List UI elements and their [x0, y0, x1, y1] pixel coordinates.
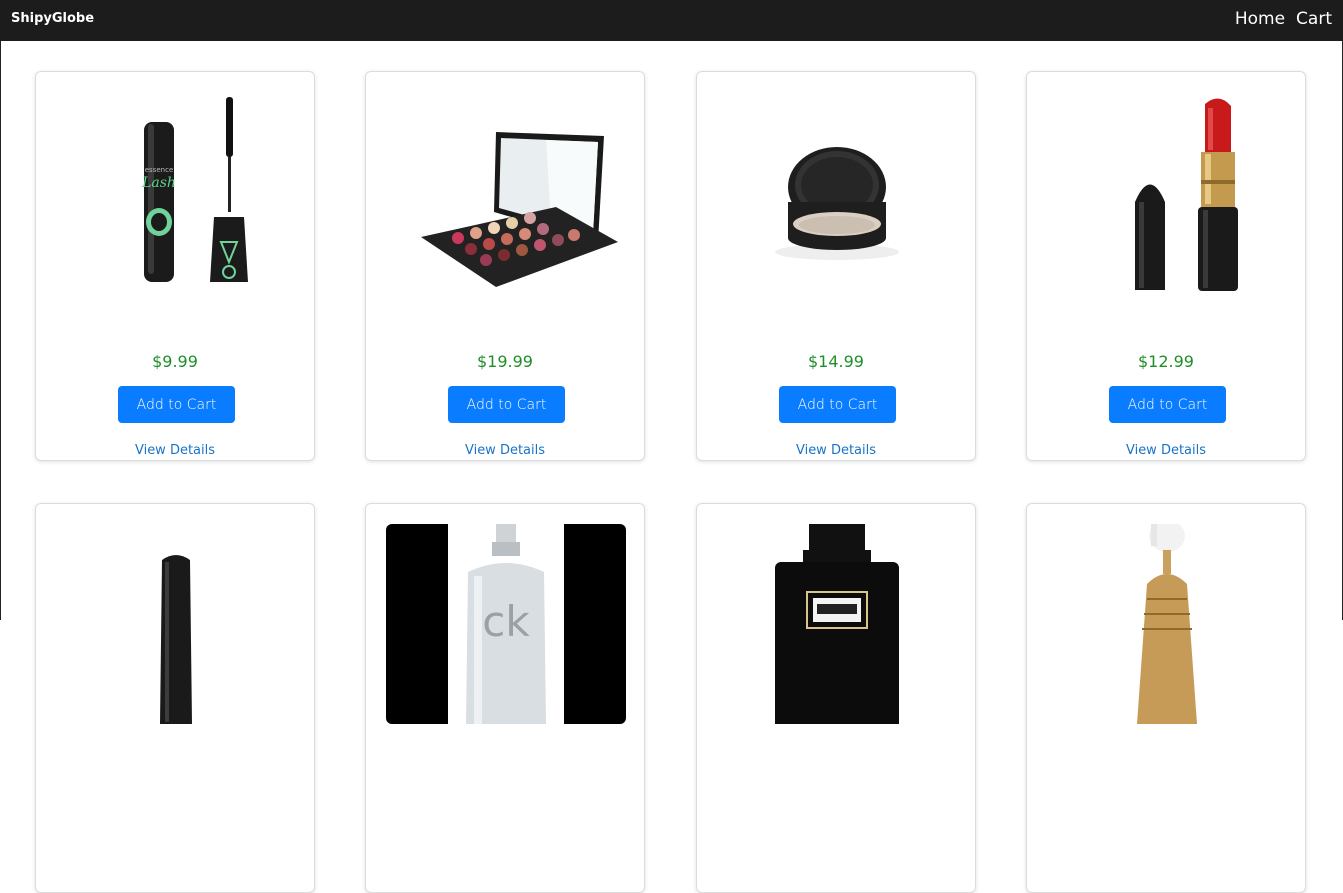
svg-text:Lash: Lash — [141, 175, 176, 191]
view-details-link[interactable]: View Details — [697, 443, 975, 458]
product-image-compact-powder[interactable] — [717, 92, 957, 292]
product-image-coco-perfume[interactable] — [717, 524, 957, 724]
brand-logo-link[interactable]: ShipyGlobe — [11, 11, 94, 26]
product-image-lipstick[interactable] — [1047, 92, 1287, 292]
product-price: $19.99 — [477, 352, 533, 371]
view-details-link[interactable]: View Details — [366, 443, 644, 458]
nav-cart-link[interactable]: Cart — [1296, 9, 1332, 29]
product-card: ck — [365, 503, 645, 893]
product-price: $9.99 — [152, 352, 198, 371]
product-image-ck-one-perfume[interactable]: ck — [386, 524, 626, 724]
product-card: Lash essence $9.99 Add to Cart View Deta… — [35, 71, 315, 461]
product-card: $12.99 Add to Cart View Details — [1026, 71, 1306, 461]
nav-links: Home Cart — [1235, 9, 1332, 29]
product-price: $12.99 — [1138, 352, 1194, 371]
product-image-gold-perfume[interactable] — [1047, 524, 1287, 724]
add-to-cart-button[interactable]: Add to Cart — [118, 386, 235, 423]
add-to-cart-button[interactable]: Add to Cart — [448, 386, 565, 423]
view-details-link[interactable]: View Details — [36, 443, 314, 458]
add-to-cart-button[interactable]: Add to Cart — [1109, 386, 1226, 423]
product-price: $14.99 — [808, 352, 864, 371]
nav-home-link[interactable]: Home — [1235, 9, 1285, 29]
product-image-nail-polish[interactable] — [56, 524, 296, 724]
product-card: $14.99 Add to Cart View Details — [696, 71, 976, 461]
view-details-link[interactable]: View Details — [1027, 443, 1305, 458]
svg-text:essence: essence — [145, 166, 174, 174]
product-card: $19.99 Add to Cart View Details — [365, 71, 645, 461]
add-to-cart-button[interactable]: Add to Cart — [779, 386, 896, 423]
svg-text:ck: ck — [482, 597, 530, 646]
product-card — [1026, 503, 1306, 893]
navbar: ShipyGlobe Home Cart — [0, 0, 1343, 41]
product-image-eyeshadow-palette[interactable] — [386, 92, 626, 292]
product-card — [696, 503, 976, 893]
product-image-mascara[interactable]: Lash essence — [56, 92, 296, 292]
product-card — [35, 503, 315, 893]
